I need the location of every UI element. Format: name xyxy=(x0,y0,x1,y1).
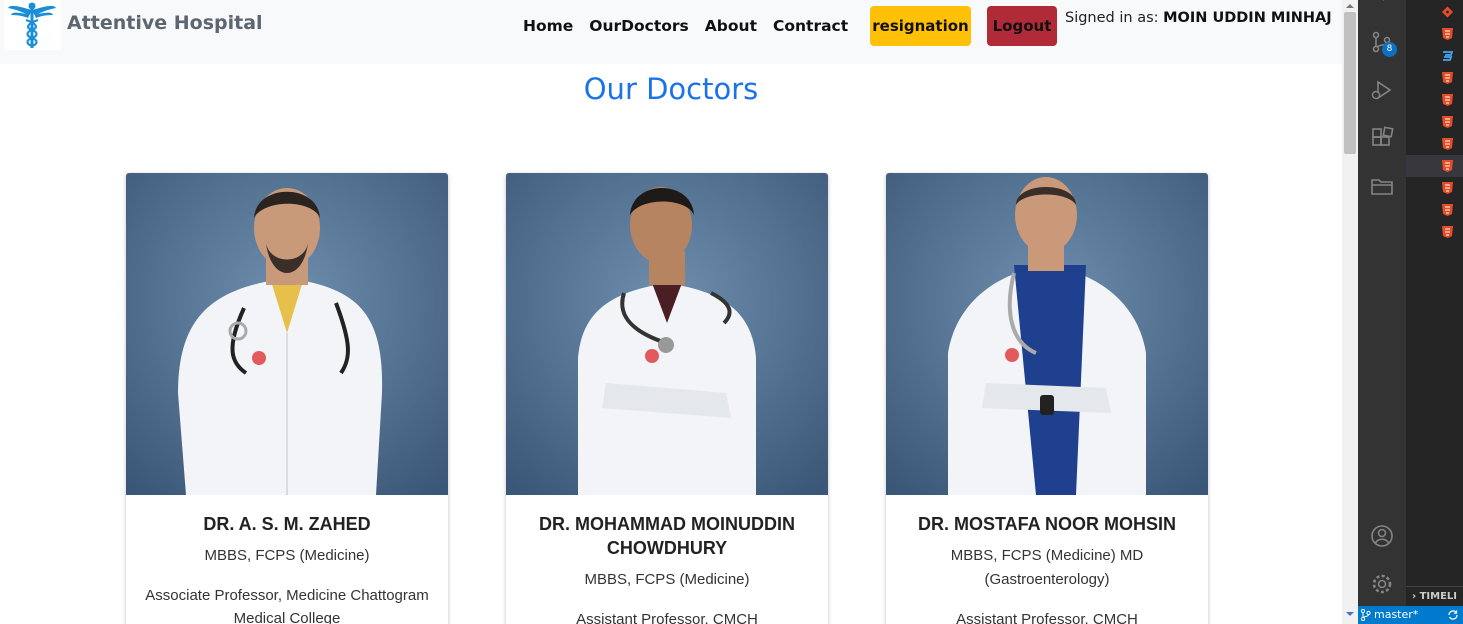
caduceus-logo-icon[interactable] xyxy=(4,0,61,50)
page-title: Our Doctors xyxy=(583,72,759,106)
html-file-icon xyxy=(1442,28,1453,40)
file-item[interactable] xyxy=(1406,89,1463,111)
folder-icon[interactable] xyxy=(1370,174,1394,198)
doctor-degree: MBBS, FCPS (Medicine) xyxy=(204,547,370,564)
git-branch-label[interactable]: master* xyxy=(1374,608,1418,621)
doctor-photo xyxy=(506,173,828,495)
signed-in-prefix: Signed in as: xyxy=(1065,10,1164,26)
file-item[interactable] xyxy=(1406,67,1463,89)
nav-ourdoctors-link[interactable]: OurDoctors xyxy=(589,17,689,35)
nav-contract-link[interactable]: Contract xyxy=(773,17,848,35)
file-item[interactable] xyxy=(1406,221,1463,243)
logout-button[interactable]: Logout xyxy=(987,6,1057,46)
file-item[interactable] xyxy=(1406,133,1463,155)
timeline-label: TIMELI xyxy=(1419,591,1458,602)
run-debug-icon[interactable] xyxy=(1370,78,1394,102)
html-file-icon xyxy=(1442,204,1453,216)
chevron-right-icon: › xyxy=(1412,591,1417,602)
nav-about-link[interactable]: About xyxy=(705,17,757,35)
doctor-position: Assistant Professor, CMCH xyxy=(576,611,758,624)
html-file-icon xyxy=(1442,226,1453,238)
doctor-position: Assistant Professor, CMCH xyxy=(956,611,1138,624)
signed-in-status: Signed in as: MOIN UDDIN MINHAJ xyxy=(1065,10,1332,26)
vscode-status-bar: master* xyxy=(1358,606,1463,624)
file-item[interactable] xyxy=(1406,177,1463,199)
file-item[interactable] xyxy=(1406,1,1463,23)
doctor-name: DR. MOSTAFA NOOR MOHSIN xyxy=(918,514,1176,534)
file-item[interactable] xyxy=(1406,199,1463,221)
navbar: Attentive Hospital Home OurDoctors About… xyxy=(0,0,1342,64)
doctor-degree: MBBS, FCPS (Medicine) xyxy=(584,571,750,588)
doctor-card[interactable]: DR. MOSTAFA NOOR MOHSIN MBBS, FCPS (Medi… xyxy=(886,173,1208,624)
signed-in-user: MOIN UDDIN MINHAJ xyxy=(1163,10,1332,26)
doctor-info: DR. MOHAMMAD MOINUDDIN CHOWDHURY MBBS, F… xyxy=(506,512,828,624)
scrollbar-thumb[interactable] xyxy=(1344,12,1356,154)
html-file-icon xyxy=(1442,94,1453,106)
file-item[interactable] xyxy=(1406,111,1463,133)
css-file-icon xyxy=(1443,51,1453,61)
doctor-card[interactable]: DR. A. S. M. ZAHED MBBS, FCPS (Medicine)… xyxy=(126,173,448,624)
doctor-photo xyxy=(126,173,448,495)
extensions-icon[interactable] xyxy=(1370,126,1394,150)
git-file-icon xyxy=(1442,6,1453,18)
git-branch-icon xyxy=(1360,609,1371,621)
brand-name[interactable]: Attentive Hospital xyxy=(67,12,263,34)
doctor-position: Associate Professor, Medicine Chattogram… xyxy=(145,587,429,624)
doctor-info: DR. MOSTAFA NOOR MOHSIN MBBS, FCPS (Medi… xyxy=(886,512,1208,624)
nav-links: Home OurDoctors About Contract xyxy=(523,17,848,35)
html-file-icon xyxy=(1442,182,1453,194)
account-icon[interactable] xyxy=(1370,524,1394,548)
html-file-icon xyxy=(1442,138,1453,150)
nav-home-link[interactable]: Home xyxy=(523,17,573,35)
scroll-down-arrow-icon[interactable] xyxy=(1346,610,1354,618)
doctor-degree: MBBS, FCPS (Medicine) MD (Gastroenterolo… xyxy=(950,547,1144,588)
gear-icon[interactable] xyxy=(1370,572,1394,596)
page-scrollbar[interactable] xyxy=(1342,0,1358,624)
file-item-selected[interactable] xyxy=(1406,155,1463,177)
vscode-activity-bar: 8 xyxy=(1358,0,1406,606)
file-item[interactable] xyxy=(1406,23,1463,45)
file-item[interactable] xyxy=(1406,45,1463,67)
sync-icon[interactable] xyxy=(1447,609,1459,621)
browser-page: Attentive Hospital Home OurDoctors About… xyxy=(0,0,1342,624)
source-control-badge: 8 xyxy=(1382,42,1397,57)
scroll-up-arrow-icon[interactable] xyxy=(1346,2,1354,10)
doctor-photo xyxy=(886,173,1208,495)
vscode-explorer: › TIMELI xyxy=(1406,0,1463,606)
resignation-button[interactable]: resignation xyxy=(870,6,971,46)
doctor-info: DR. A. S. M. ZAHED MBBS, FCPS (Medicine)… xyxy=(126,512,448,624)
html-file-icon xyxy=(1442,72,1453,84)
timeline-section[interactable]: › TIMELI xyxy=(1406,586,1463,606)
doctor-card[interactable]: DR. MOHAMMAD MOINUDDIN CHOWDHURY MBBS, F… xyxy=(506,173,828,624)
html-file-icon xyxy=(1442,160,1453,172)
html-file-icon xyxy=(1442,116,1453,128)
chevron-right-icon[interactable] xyxy=(1370,0,1394,14)
doctor-name: DR. A. S. M. ZAHED xyxy=(203,514,371,534)
doctor-name: DR. MOHAMMAD MOINUDDIN CHOWDHURY xyxy=(539,514,795,558)
